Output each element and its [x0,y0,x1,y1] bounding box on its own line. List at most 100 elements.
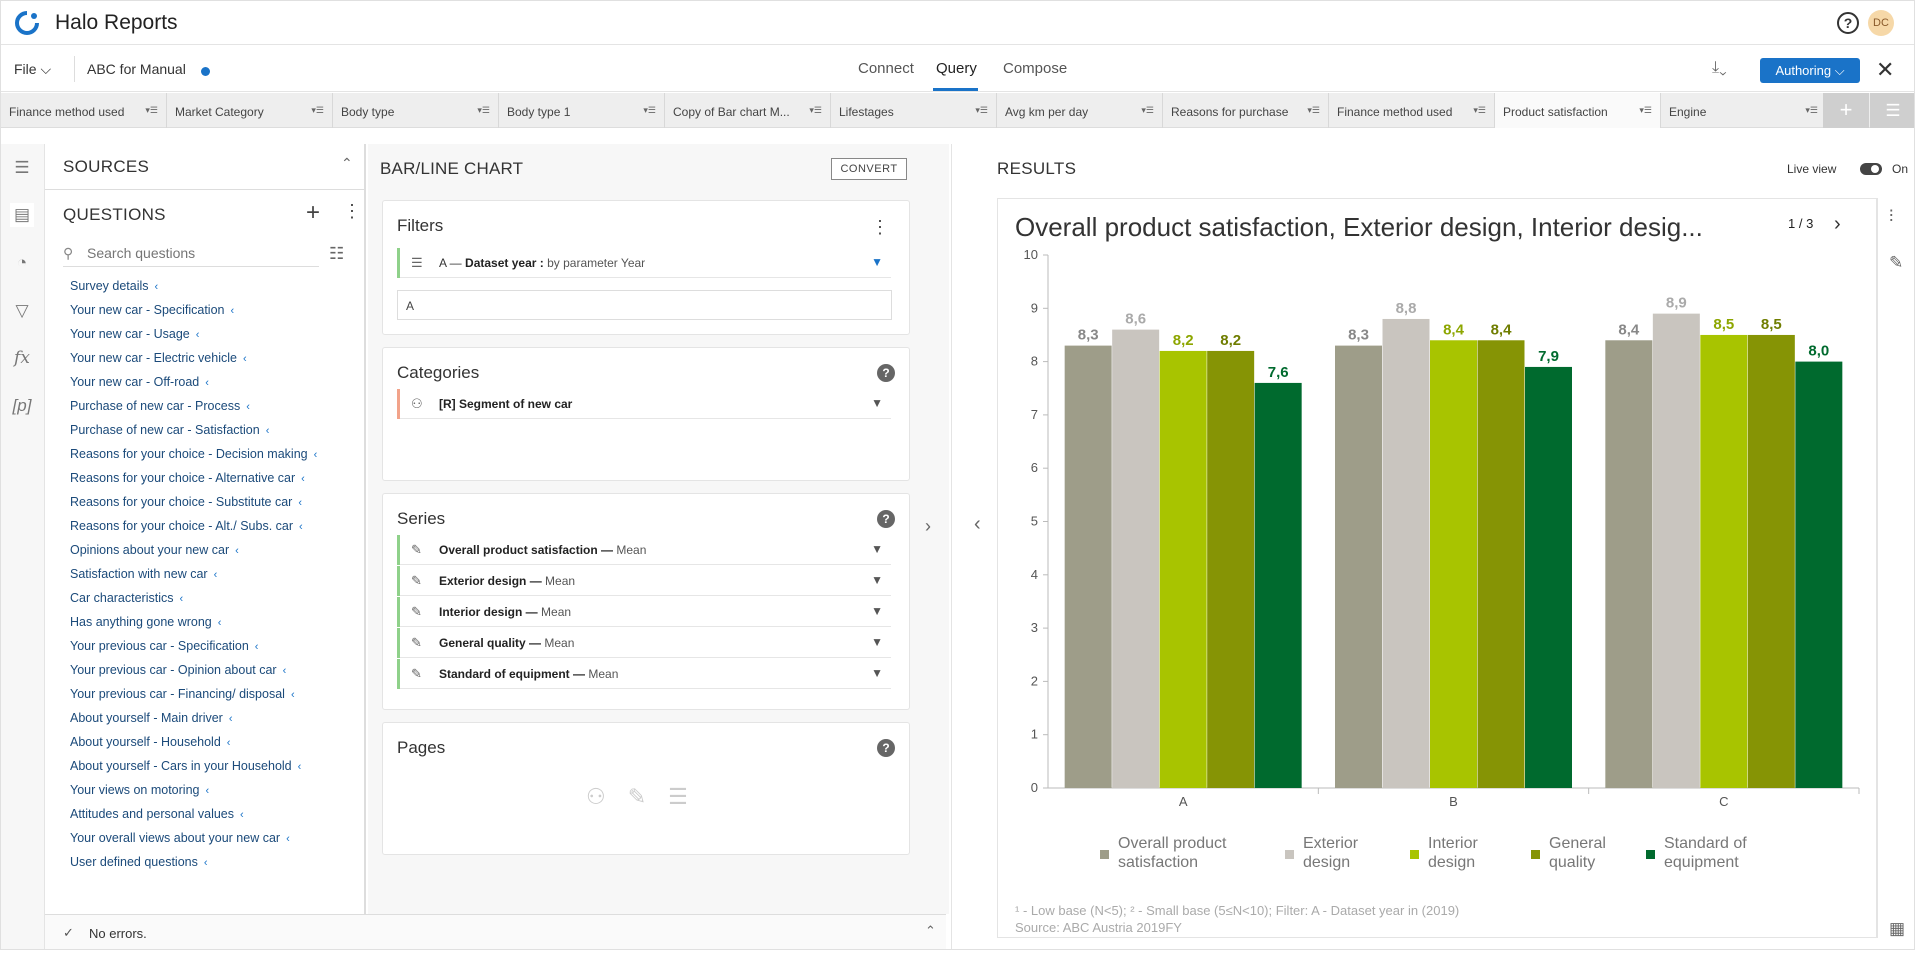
question-tab[interactable]: Lifestages ▾☰ [831,93,997,128]
brush-icon[interactable]: ✎ [1889,253,1903,273]
more-vertical-icon[interactable]: ⋮ [343,201,361,222]
expand-chevron-icon[interactable]: ⌃ [341,155,353,172]
tab-menu-icon[interactable]: ▾☰ [1141,105,1154,116]
avatar[interactable]: DC [1868,10,1894,36]
filter-funnel-icon[interactable]: ▼ [871,573,883,587]
tab-menu-icon[interactable]: ▾☰ [145,105,158,116]
list-item[interactable]: Your new car - Usage ‹ [70,327,360,351]
search-input[interactable] [87,245,307,261]
tab-menu-icon[interactable]: ▾☰ [1473,105,1486,116]
file-menu[interactable]: File ⌵ [14,61,51,78]
category-row[interactable]: ⚇ [R] Segment of new car ▼ [397,389,891,419]
list-item[interactable]: Your previous car - Opinion about car ‹ [70,663,360,687]
gauge-icon[interactable]: ◔ [10,251,34,275]
list-item[interactable]: Reasons for your choice - Alternative ca… [70,471,360,495]
filter-settings-icon[interactable]: ☷ [329,244,344,264]
filter-icon[interactable]: ▽ [10,299,34,323]
list-item[interactable]: About yourself - Household ‹ [70,735,360,759]
help-icon[interactable]: ? [877,510,895,528]
report-name[interactable]: ABC for Manual [87,61,186,77]
question-tab[interactable]: Product satisfaction ▾☰ [1495,93,1661,128]
question-tab[interactable]: Engine ▾☰ [1661,93,1827,128]
help-icon[interactable]: ? [877,739,895,757]
adjust-sliders-icon[interactable]: ⫶ [1889,207,1893,227]
list-item[interactable]: Purchase of new car - Process ‹ [70,399,360,423]
legend-item[interactable]: Overall product satisfaction [1100,834,1227,872]
list-item[interactable]: Reasons for your choice - Substitute car… [70,495,360,519]
question-tab[interactable]: Avg km per day ▾☰ [997,93,1163,128]
list-item[interactable]: Reasons for your choice - Alt./ Subs. ca… [70,519,360,543]
list-item[interactable]: Has anything gone wrong ‹ [70,615,360,639]
filter-funnel-icon[interactable]: ▼ [871,396,883,410]
tab-menu-icon[interactable]: ▾☰ [1639,105,1652,116]
tab-menu-icon[interactable]: ▾☰ [311,105,324,116]
database-icon[interactable]: ☰ [10,156,34,180]
tab-menu-icon[interactable]: ▾☰ [1307,105,1320,116]
legend-item[interactable]: General quality [1531,834,1606,872]
list-item[interactable]: Attitudes and personal values ‹ [70,807,360,831]
questions-icon[interactable]: ▤ [10,203,34,227]
series-row[interactable]: ✎ Exterior design — Mean ▼ [397,566,891,596]
help-icon[interactable]: ? [1837,12,1859,34]
series-row[interactable]: ✎ Overall product satisfaction — Mean ▼ [397,535,891,565]
list-item[interactable]: Survey details ‹ [70,279,360,303]
table-icon[interactable]: ▦ [1889,919,1905,939]
filter-funnel-icon[interactable]: ▼ [871,635,883,649]
series-row[interactable]: ✎ General quality — Mean ▼ [397,628,891,658]
next-page-icon[interactable]: › [1834,213,1841,236]
question-tab[interactable]: Body type 1 ▾☰ [499,93,665,128]
filter-funnel-icon[interactable]: ▼ [871,666,883,680]
list-item[interactable]: Your new car - Off-road ‹ [70,375,360,399]
legend-item[interactable]: Interior design [1410,834,1478,872]
list-item[interactable]: Opinions about your new car ‹ [70,543,360,567]
list-item[interactable]: Car characteristics ‹ [70,591,360,615]
question-tab[interactable]: Body type ▾☰ [333,93,499,128]
add-question-icon[interactable]: + [306,199,320,227]
list-item[interactable]: Your new car - Specification ‹ [70,303,360,327]
add-tab-icon[interactable]: + [1823,93,1869,128]
chevron-right-icon[interactable]: › [925,516,931,537]
list-item[interactable]: User defined questions ‹ [70,855,360,879]
sources-header[interactable]: SOURCES [63,157,149,177]
filter-funnel-icon[interactable]: ▼ [871,604,883,618]
filter-funnel-icon[interactable]: ▼ [871,542,883,556]
tab-query[interactable]: Query [936,60,977,77]
list-item[interactable]: About yourself - Main driver ‹ [70,711,360,735]
help-icon[interactable]: ? [877,364,895,382]
series-row[interactable]: ✎ Standard of equipment — Mean ▼ [397,659,891,689]
tab-menu-icon[interactable]: ▾☰ [809,105,822,116]
question-tab[interactable]: Copy of Bar chart M... ▾☰ [665,93,831,128]
list-item[interactable]: Your overall views about your new car ‹ [70,831,360,855]
series-row[interactable]: ✎ Interior design — Mean ▼ [397,597,891,627]
question-tab[interactable]: Market Category ▾☰ [167,93,333,128]
legend-item[interactable]: Standard of equipment [1646,834,1747,872]
list-item[interactable]: Your previous car - Financing/ disposal ‹ [70,687,360,711]
tab-list-icon[interactable]: ☰ [1870,93,1914,128]
list-item[interactable]: Purchase of new car - Satisfaction ‹ [70,423,360,447]
convert-button[interactable]: CONVERT [831,158,907,180]
more-vertical-icon[interactable]: ⋮ [871,217,889,238]
filter-value-input[interactable]: A [397,290,892,320]
list-item[interactable]: Reasons for your choice - Decision makin… [70,447,360,471]
list-item[interactable]: Satisfaction with new car ‹ [70,567,360,591]
tab-menu-icon[interactable]: ▾☰ [1805,105,1818,116]
legend-item[interactable]: Exterior design [1285,834,1358,872]
tab-menu-icon[interactable]: ▾☰ [975,105,988,116]
download-icon[interactable]: ⤓⌄ [1712,59,1740,79]
function-icon[interactable]: fx [10,346,34,370]
tab-menu-icon[interactable]: ▾☰ [643,105,656,116]
tab-menu-icon[interactable]: ▾☰ [477,105,490,116]
filter-funnel-icon[interactable]: ▼ [871,255,883,269]
list-item[interactable]: About yourself - Cars in your Household ‹ [70,759,360,783]
parameter-icon[interactable]: [p] [10,394,34,418]
filter-row[interactable]: ☰ A — Dataset year : by parameter Year ▼ [397,248,891,278]
expand-chevron-icon[interactable]: ⌃ [925,923,936,939]
list-item[interactable]: Your previous car - Specification ‹ [70,639,360,663]
tab-compose[interactable]: Compose [1003,60,1067,77]
question-tab[interactable]: Reasons for purchase ▾☰ [1163,93,1329,128]
authoring-button[interactable]: Authoring ⌵ [1760,58,1860,83]
chevron-left-icon[interactable]: ‹ [974,513,981,536]
close-icon[interactable]: ✕ [1876,57,1894,83]
question-tab[interactable]: Finance method used ▾☰ [1329,93,1495,128]
tab-connect[interactable]: Connect [858,60,914,77]
